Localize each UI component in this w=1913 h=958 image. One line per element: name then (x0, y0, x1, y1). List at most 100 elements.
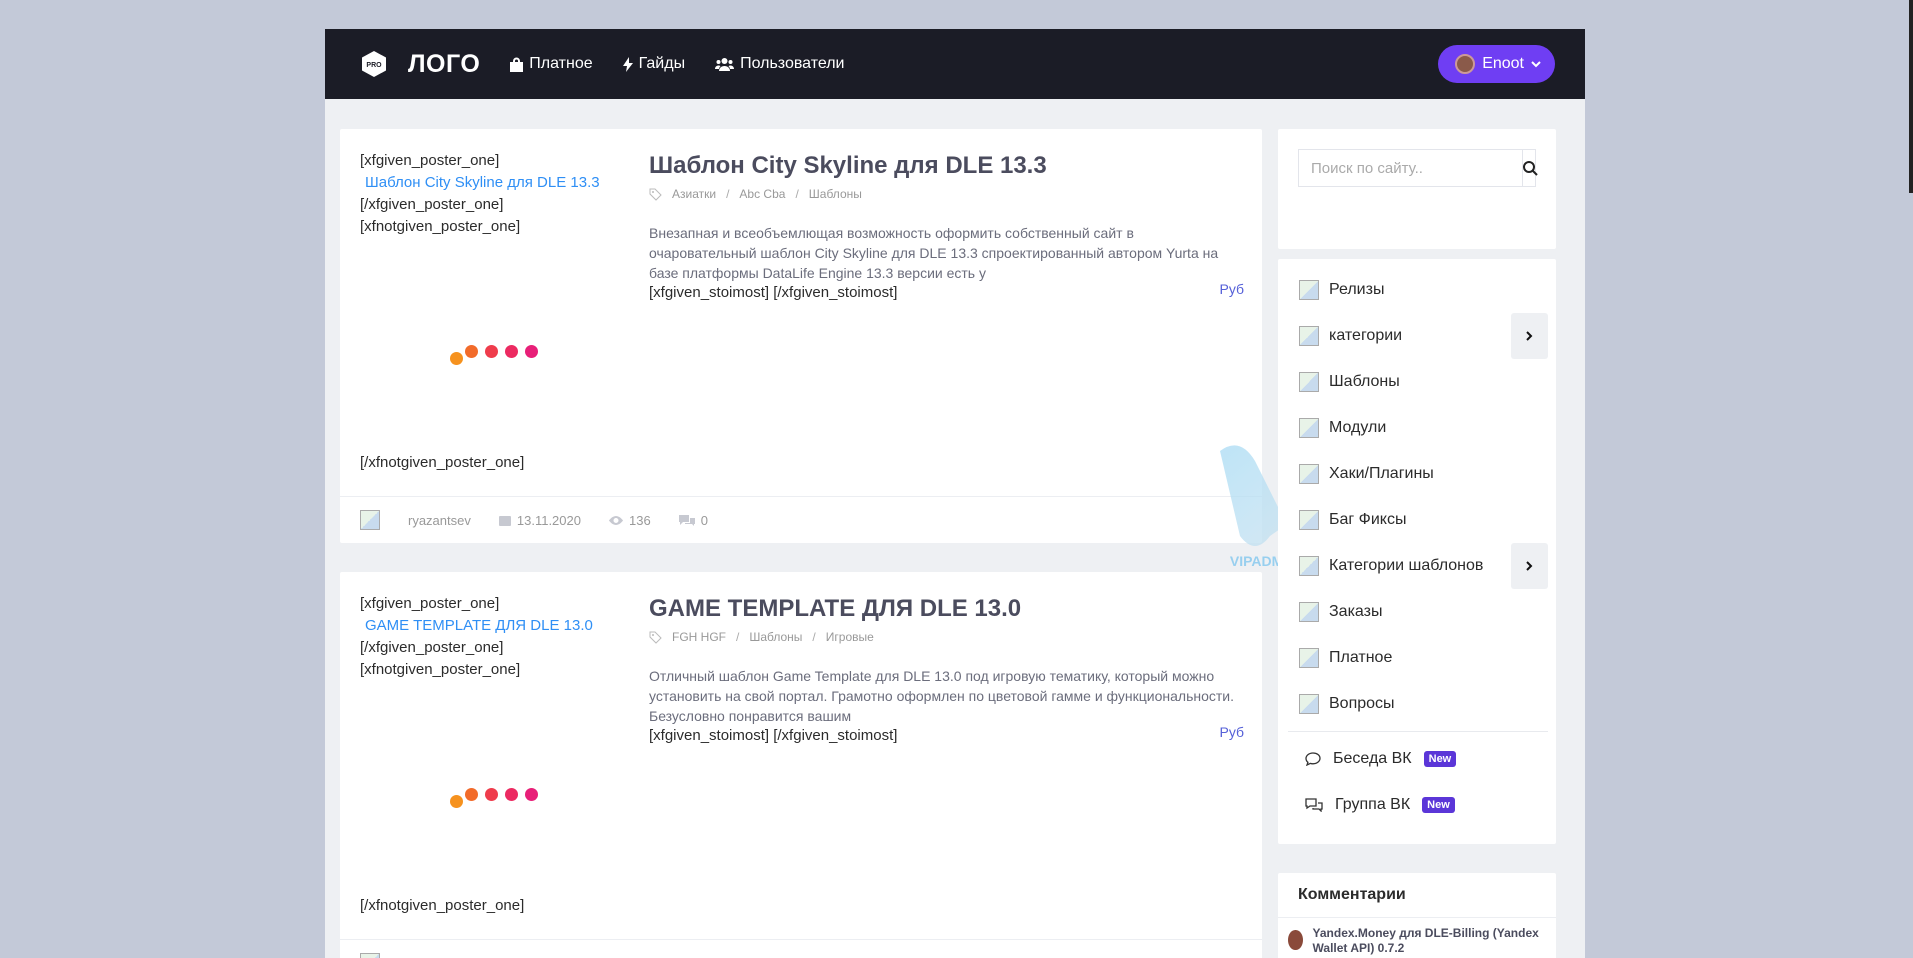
calendar-icon (498, 516, 511, 526)
page: PRO ЛОГО Платное Гайды Пользователи Enoo… (325, 29, 1585, 958)
menu-icon (1299, 464, 1319, 484)
post-author[interactable]: ryazantsev (408, 513, 471, 528)
price-template: [xfgiven_stoimost] [/xfgiven_stoimost] (649, 284, 898, 301)
comments-card: Комментарии Yandex.Money для DLE-Billing… (1278, 873, 1556, 958)
category-link[interactable]: Азиатки (672, 187, 716, 201)
new-badge: New (1422, 797, 1455, 813)
user-menu-button[interactable]: Enoot (1438, 45, 1555, 83)
comment-item[interactable]: Yandex.Money для DLE-Billing (Yandex Wal… (1278, 917, 1556, 958)
menu-item-orders[interactable]: Заказы (1278, 589, 1556, 635)
user-name: Enoot (1482, 55, 1524, 72)
category-link[interactable]: Шаблоны (809, 187, 862, 201)
poster-block: [xfgiven_poster_one] Шаблон City Skyline… (360, 150, 640, 471)
avatar (1455, 54, 1476, 74)
comments-count: 0 (700, 512, 708, 528)
menu-item-categories[interactable]: категории (1278, 313, 1556, 359)
menu-icon (1299, 510, 1319, 530)
post-title[interactable]: GAME TEMPLATE ДЛЯ DLE 13.0 (649, 593, 1244, 625)
chat-icon (1305, 752, 1321, 766)
category-menu: Релизы категории Шаблоны Модули Хаки/Пла… (1278, 259, 1556, 844)
menu-label: Вопросы (1329, 695, 1395, 712)
link-label: Группа ВК (1335, 796, 1411, 813)
scrollbar[interactable] (1909, 0, 1913, 193)
chats-icon (1305, 798, 1323, 812)
vk-group-link[interactable]: Группа ВК New (1278, 782, 1556, 828)
eye-icon (608, 515, 623, 525)
template-tag: [/xfgiven_poster_one] (360, 639, 504, 656)
chevron-down-icon (1531, 60, 1541, 67)
post-footer: ryazantsev 13.11.2020 136 0 (340, 496, 1262, 543)
post-comments[interactable]: 0 (678, 512, 708, 528)
category-link[interactable]: Шаблоны (749, 630, 802, 644)
menu-icon (1299, 602, 1319, 622)
comments-icon (678, 515, 695, 526)
comment-text[interactable]: Yandex.Money для DLE-Billing (Yandex Wal… (1313, 926, 1546, 956)
menu-label: Баг Фиксы (1329, 511, 1407, 528)
template-tag: [/xfgiven_poster_one] (360, 196, 504, 213)
chevron-right-icon (1526, 561, 1533, 571)
date-text: 13.11.2020 (516, 512, 581, 528)
post-description: Отличный шаблон Game Template для DLE 13… (649, 668, 1235, 724)
loading-dots (450, 345, 550, 365)
nav-item-paid[interactable]: Платное (510, 55, 593, 73)
views-count: 136 (628, 512, 651, 528)
chevron-right-icon (1526, 331, 1533, 341)
search-input[interactable] (1299, 150, 1522, 186)
top-header: PRO ЛОГО Платное Гайды Пользователи Enoo… (325, 29, 1585, 99)
menu-icon (1299, 372, 1319, 392)
link-label: Беседа ВК (1333, 750, 1412, 767)
logo-text[interactable]: ЛОГО (408, 50, 480, 79)
new-badge: New (1423, 751, 1457, 767)
expand-button[interactable] (1511, 543, 1548, 589)
author-avatar[interactable] (360, 953, 380, 958)
post-date: 13.11.2020 (498, 512, 581, 528)
avatar (1288, 930, 1303, 950)
menu-item-hacks[interactable]: Хаки/Плагины (1278, 451, 1556, 497)
price-template: [xfgiven_stoimost] [/xfgiven_stoimost] (649, 727, 898, 744)
menu-item-template-categories[interactable]: Категории шаблонов (1278, 543, 1556, 589)
menu-item-modules[interactable]: Модули (1278, 405, 1556, 451)
author-avatar[interactable] (360, 510, 380, 530)
category-link[interactable]: Abc Cba (739, 187, 785, 201)
menu-icon (1299, 556, 1319, 576)
logo-icon[interactable]: PRO (360, 50, 388, 78)
menu-icon (1299, 280, 1319, 300)
nav-item-users[interactable]: Пользователи (715, 55, 845, 73)
menu-item-questions[interactable]: Вопросы (1278, 681, 1556, 727)
menu-label: Хаки/Плагины (1329, 465, 1434, 482)
template-tag: [xfgiven_poster_one] (360, 152, 500, 169)
menu-item-releases[interactable]: Релизы (1278, 267, 1556, 313)
poster-image-link[interactable]: Шаблон City Skyline для DLE 13.3 (360, 172, 640, 194)
poster-block: [xfgiven_poster_one] GAME TEMPLATE ДЛЯ D… (360, 593, 640, 914)
nav-label: Пользователи (740, 55, 845, 72)
main-nav: Платное Гайды Пользователи (510, 55, 845, 73)
search-card (1278, 129, 1556, 249)
divider (1288, 731, 1548, 732)
menu-item-paid[interactable]: Платное (1278, 635, 1556, 681)
category-link[interactable]: Игровые (826, 630, 874, 644)
post-categories: FGH HGF / Шаблоны / Игровые (649, 630, 1244, 644)
menu-label: категории (1329, 327, 1403, 344)
template-tag: [xfnotgiven_poster_one] (360, 661, 521, 678)
post-card: [xfgiven_poster_one] Шаблон City Skyline… (340, 129, 1262, 543)
price-currency: Руб (1219, 724, 1244, 740)
search-button[interactable] (1522, 150, 1538, 186)
category-link[interactable]: FGH HGF (672, 630, 726, 644)
menu-icon (1299, 326, 1319, 346)
poster-image-link[interactable]: GAME TEMPLATE ДЛЯ DLE 13.0 (360, 615, 640, 637)
expand-button[interactable] (1511, 313, 1548, 359)
vk-chat-link[interactable]: Беседа ВК New (1278, 736, 1556, 782)
template-tag: [xfnotgiven_poster_one] (360, 218, 521, 235)
users-icon (715, 58, 735, 71)
menu-item-bugfixes[interactable]: Баг Фиксы (1278, 497, 1556, 543)
tag-icon (649, 188, 662, 201)
menu-icon (1299, 694, 1319, 714)
nav-item-guides[interactable]: Гайды (622, 55, 685, 73)
logo-badge: PRO (366, 62, 382, 69)
search-box (1298, 149, 1538, 187)
post-title[interactable]: Шаблон City Skyline для DLE 13.3 (649, 150, 1244, 182)
post-footer (340, 939, 1262, 958)
menu-item-templates[interactable]: Шаблоны (1278, 359, 1556, 405)
bolt-icon (622, 56, 633, 72)
post-views: 136 (608, 512, 651, 528)
